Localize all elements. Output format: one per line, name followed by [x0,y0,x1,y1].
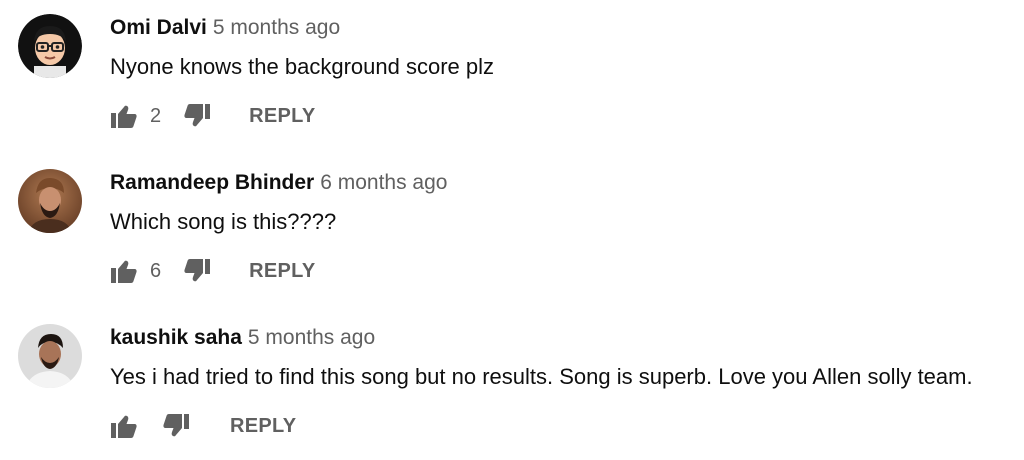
photo-avatar-icon [18,324,82,388]
comment-actions: 2 REPLY [110,101,315,131]
reply-button[interactable]: REPLY [249,105,315,128]
comment-text: Which song is this???? [110,209,337,234]
photo-avatar-icon [18,169,82,233]
reply-button[interactable]: REPLY [249,260,315,283]
avatar[interactable] [18,324,82,388]
comment-thread: Omi Dalvi 5 months ago Nyone knows the ba… [0,0,1024,150]
like-count: 2 [150,104,162,127]
comment-header: Omi Dalvi 5 months ago [110,14,340,42]
dislike-button[interactable] [183,257,211,285]
avatar[interactable] [18,14,82,78]
comment-thread: Ramandeep Bhinder 6 months ago Which song… [0,155,1024,305]
comment-timestamp[interactable]: 6 months ago [320,171,447,194]
comment-actions: REPLY [110,411,296,441]
like-button[interactable] [110,102,138,130]
comment-author[interactable]: kaushik saha [110,326,242,349]
dislike-button[interactable] [162,412,190,440]
comment-actions: 6 REPLY [110,256,315,286]
thumbs-up-icon [111,415,137,438]
thumbs-down-icon [184,104,211,127]
thumbs-down-icon [184,259,211,282]
like-count: 6 [150,259,162,282]
dislike-button[interactable] [183,102,211,130]
thumbs-up-icon [111,260,137,283]
thumbs-down-icon [163,414,189,437]
comment-author[interactable]: Ramandeep Bhinder [110,171,314,194]
cartoon-avatar-icon [18,14,82,78]
comment-header: Ramandeep Bhinder 6 months ago [110,169,447,197]
comment-timestamp[interactable]: 5 months ago [213,16,340,39]
comment-timestamp[interactable]: 5 months ago [248,326,375,349]
comment-text: Yes i had tried to find this song but no… [110,364,973,389]
avatar[interactable] [18,169,82,233]
like-button[interactable] [110,257,138,285]
comment-text: Nyone knows the background score plz [110,54,494,79]
comment-author[interactable]: Omi Dalvi [110,16,207,39]
like-button[interactable] [110,412,138,440]
thumbs-up-icon [111,105,137,128]
reply-button[interactable]: REPLY [230,415,296,438]
comment-thread: kaushik saha 5 months ago Yes i had tried… [0,310,1024,460]
comment-header: kaushik saha 5 months ago [110,324,375,352]
